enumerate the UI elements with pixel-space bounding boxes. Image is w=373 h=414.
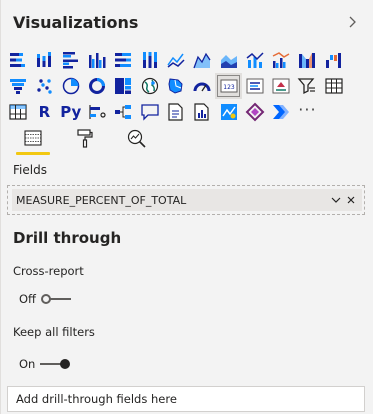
clustered-bar-chart-icon[interactable] bbox=[58, 47, 84, 73]
ribbon-chart-icon[interactable] bbox=[294, 47, 320, 73]
slicer-icon[interactable] bbox=[294, 73, 320, 99]
visualizations-pane: Visualizations 123 R Py ··· Fields MEASU… bbox=[0, 0, 373, 414]
stacked-area-chart-icon[interactable] bbox=[215, 47, 241, 73]
gauge-icon[interactable] bbox=[189, 73, 215, 99]
treemap-icon[interactable] bbox=[110, 73, 136, 99]
line-and-clustered-column-chart-icon[interactable] bbox=[268, 47, 294, 73]
visual-gallery: 123 R Py ··· bbox=[5, 47, 367, 125]
tab-format[interactable] bbox=[65, 125, 105, 155]
decomposition-tree-icon[interactable] bbox=[110, 99, 136, 125]
filled-map-icon[interactable] bbox=[163, 73, 189, 99]
pane-title: Visualizations bbox=[13, 13, 139, 32]
donut-chart-icon[interactable] bbox=[84, 73, 110, 99]
format-paint-roller-icon bbox=[77, 129, 93, 148]
line-chart-icon[interactable] bbox=[163, 47, 189, 73]
keep-filters-toggle[interactable]: On bbox=[19, 357, 71, 371]
analytics-magnifier-icon bbox=[127, 129, 146, 148]
toggle-switch-on[interactable] bbox=[40, 358, 71, 370]
stacked-column-chart-icon[interactable] bbox=[31, 47, 57, 73]
svg-text:123: 123 bbox=[223, 84, 235, 91]
visual-gallery-row bbox=[5, 47, 367, 73]
arcgis-maps-icon[interactable] bbox=[215, 99, 241, 125]
cross-report-label: Cross-report bbox=[13, 264, 84, 278]
line-and-stacked-column-chart-icon[interactable] bbox=[242, 47, 268, 73]
r-script-visual-icon[interactable]: R bbox=[31, 99, 57, 125]
card-icon[interactable]: 123 bbox=[215, 73, 242, 99]
field-pill[interactable]: MEASURE_PERCENT_OF_TOTAL bbox=[12, 189, 362, 211]
drill-through-title: Drill through bbox=[13, 229, 122, 247]
scatter-chart-icon[interactable] bbox=[31, 73, 57, 99]
waterfall-chart-icon[interactable] bbox=[321, 47, 347, 73]
area-chart-icon[interactable] bbox=[189, 47, 215, 73]
chevron-right-icon[interactable] bbox=[345, 14, 361, 30]
cross-report-toggle[interactable]: Off bbox=[19, 292, 71, 306]
100-stacked-column-chart-icon[interactable] bbox=[136, 47, 162, 73]
python-visual-icon[interactable]: Py bbox=[58, 99, 84, 125]
matrix-icon[interactable] bbox=[5, 99, 31, 125]
100-stacked-bar-chart-icon[interactable] bbox=[110, 47, 136, 73]
fields-tab-icon bbox=[24, 130, 42, 146]
pane-tabs bbox=[13, 125, 157, 155]
pie-chart-icon[interactable] bbox=[58, 73, 84, 99]
fields-label: Fields bbox=[13, 163, 47, 177]
multi-row-card-icon[interactable] bbox=[242, 73, 268, 99]
stacked-bar-chart-icon[interactable] bbox=[5, 47, 31, 73]
map-icon[interactable] bbox=[136, 73, 162, 99]
smart-narrative-icon[interactable] bbox=[163, 99, 189, 125]
cross-report-state: Off bbox=[19, 292, 36, 306]
power-apps-icon[interactable] bbox=[242, 99, 268, 125]
toggle-switch-off[interactable] bbox=[40, 293, 71, 305]
more-visuals-icon[interactable]: ··· bbox=[294, 99, 320, 125]
table-icon[interactable] bbox=[321, 73, 347, 99]
key-influencers-icon[interactable] bbox=[84, 99, 110, 125]
close-icon[interactable] bbox=[345, 194, 357, 206]
funnel-icon[interactable] bbox=[5, 73, 31, 99]
keep-filters-state: On bbox=[19, 357, 36, 371]
visual-gallery-row: R Py ··· bbox=[5, 99, 367, 125]
kpi-icon[interactable] bbox=[268, 73, 294, 99]
tab-analytics[interactable] bbox=[117, 125, 157, 155]
power-automate-icon[interactable] bbox=[268, 99, 294, 125]
fields-well[interactable]: MEASURE_PERCENT_OF_TOTAL bbox=[7, 185, 365, 215]
field-pill-label: MEASURE_PERCENT_OF_TOTAL bbox=[16, 193, 187, 207]
clustered-column-chart-icon[interactable] bbox=[84, 47, 110, 73]
dropzone-text: Add drill-through fields here bbox=[16, 392, 177, 406]
paginated-report-icon[interactable] bbox=[189, 99, 215, 125]
keep-filters-label: Keep all filters bbox=[13, 325, 95, 339]
qa-icon[interactable] bbox=[136, 99, 162, 125]
chevron-down-icon[interactable] bbox=[330, 194, 342, 206]
drill-through-dropzone[interactable]: Add drill-through fields here bbox=[7, 386, 365, 412]
tab-fields[interactable] bbox=[13, 125, 53, 155]
visual-gallery-row: 123 bbox=[5, 73, 367, 99]
